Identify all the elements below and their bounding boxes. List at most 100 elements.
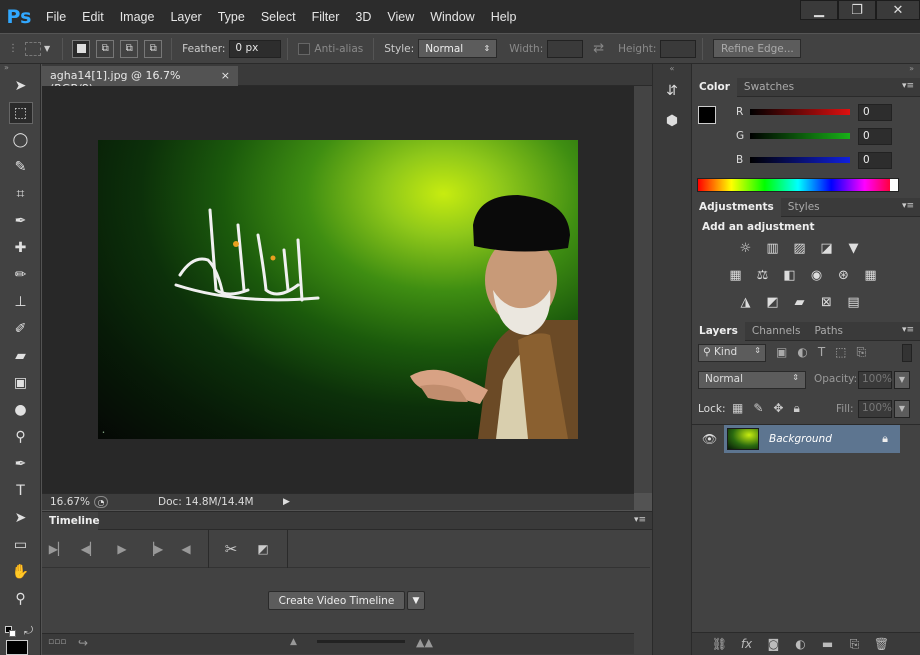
tab-layers[interactable]: Layers [692, 322, 745, 341]
close-button[interactable]: ✕ [876, 0, 920, 20]
zoom-in-icon[interactable]: ▲▲ [416, 636, 433, 649]
dodge-tool[interactable]: ⚲ [0, 423, 41, 450]
menu-image[interactable]: Image [112, 10, 163, 24]
refine-edge-button[interactable]: Refine Edge... [713, 39, 802, 58]
default-colors-icon[interactable] [5, 626, 19, 640]
color-balance-icon[interactable]: ⚖ [754, 268, 771, 283]
timeline-tab[interactable]: Timeline [42, 512, 100, 530]
transition-icon[interactable]: ◩ [247, 542, 279, 556]
maximize-button[interactable]: ❐ [838, 0, 876, 20]
exposure-icon[interactable]: ◪ [818, 241, 835, 256]
document-tab[interactable]: agha14[1].jpg @ 16.7% (RGB/8) × [42, 66, 238, 95]
minimize-button[interactable]: ▁ [800, 0, 838, 20]
clone-stamp-tool[interactable]: ⊥ [0, 288, 41, 315]
smart-object-filter-icon[interactable]: ⎘ [857, 345, 867, 360]
color-ramp[interactable] [697, 178, 899, 192]
status-icon[interactable]: ◔ [94, 496, 108, 508]
blue-slider[interactable] [750, 157, 850, 163]
zoom-tool[interactable]: ⚲ [0, 585, 41, 612]
lock-all-icon[interactable]: 🔒︎ [793, 401, 799, 416]
subtract-selection-icon[interactable]: ⧉ [120, 39, 139, 58]
filter-toggle[interactable] [902, 344, 912, 362]
menu-help[interactable]: Help [483, 10, 525, 24]
marquee-tool[interactable]: ⬚ [0, 99, 41, 126]
foreground-color-swatch[interactable] [698, 106, 716, 124]
shape-filter-icon[interactable]: ⬚ [835, 345, 846, 360]
lock-pixels-icon[interactable]: ✎ [753, 401, 763, 416]
next-frame-icon[interactable]: ▕▶ [138, 542, 170, 556]
history-brush-tool[interactable]: ✐ [0, 315, 41, 342]
brightness-icon[interactable]: ☼ [737, 241, 754, 256]
frames-icon[interactable]: ▫▫▫ [48, 637, 66, 647]
green-slider[interactable] [750, 133, 850, 139]
blur-tool[interactable]: ● [0, 396, 41, 423]
black-white-icon[interactable]: ◧ [781, 268, 798, 283]
swap-icon[interactable]: ⇄ [593, 41, 604, 56]
pen-tool[interactable]: ✒ [0, 450, 41, 477]
channel-mixer-icon[interactable]: ⊛ [835, 268, 852, 283]
tab-swatches[interactable]: Swatches [737, 78, 801, 97]
menu-view[interactable]: View [379, 10, 422, 24]
menu-edit[interactable]: Edit [74, 10, 112, 24]
collapse-icon[interactable]: » [0, 64, 40, 72]
chevron-down-icon[interactable]: ▼ [44, 44, 50, 53]
menu-filter[interactable]: Filter [304, 10, 348, 24]
zoom-slider[interactable] [317, 640, 405, 643]
collapse-icon[interactable]: » [692, 64, 920, 76]
healing-brush-tool[interactable]: ✚ [0, 234, 41, 261]
menu-select[interactable]: Select [253, 10, 304, 24]
play-icon[interactable]: ▶ [106, 542, 138, 556]
green-input[interactable]: 0 [858, 128, 892, 145]
menu-3d[interactable]: 3D [347, 10, 379, 24]
menu-file[interactable]: File [38, 10, 74, 24]
type-tool[interactable]: T [0, 477, 41, 504]
prev-frame-icon[interactable]: ◀▏ [74, 542, 106, 556]
gradient-map-icon[interactable]: ▤ [845, 295, 862, 310]
tab-styles[interactable]: Styles [781, 198, 827, 217]
blend-mode-select[interactable]: Normal ⇕ [698, 371, 806, 389]
audio-icon[interactable]: ◀ [170, 542, 202, 556]
tab-paths[interactable]: Paths [807, 322, 850, 341]
new-adjustment-icon[interactable]: ◐ [787, 637, 814, 651]
path-selection-tool[interactable]: ➤ [0, 504, 41, 531]
visibility-eye-icon[interactable]: 👁︎ [702, 432, 717, 446]
hue-saturation-icon[interactable]: ▦ [727, 268, 744, 283]
lock-transparent-icon[interactable]: ▦ [732, 401, 743, 416]
new-selection-icon[interactable] [72, 39, 91, 58]
fill-dropdown-icon[interactable]: ▼ [894, 400, 910, 418]
crop-tool[interactable]: ⌗ [0, 180, 41, 207]
photo-filter-icon[interactable]: ◉ [808, 268, 825, 283]
add-mask-icon[interactable]: ◙ [760, 637, 787, 651]
antialias-checkbox[interactable] [298, 42, 311, 55]
opacity-dropdown-icon[interactable]: ▼ [894, 371, 910, 389]
vibrance-icon[interactable]: ▼ [845, 241, 862, 256]
menu-type[interactable]: Type [210, 10, 253, 24]
new-layer-icon[interactable]: ⎘ [841, 637, 868, 652]
canvas-area[interactable]: • [42, 86, 634, 493]
close-tab-icon[interactable]: × [221, 69, 230, 83]
eyedropper-tool[interactable]: ✒ [0, 207, 41, 234]
vertical-scrollbar[interactable] [634, 86, 652, 493]
pixel-filter-icon[interactable]: ▣ [776, 345, 787, 360]
curves-icon[interactable]: ▨ [791, 241, 808, 256]
red-slider[interactable] [750, 109, 850, 115]
collapse-icon[interactable]: « [653, 64, 691, 76]
lock-position-icon[interactable]: ✥ [773, 401, 783, 416]
swap-colors-icon[interactable]: ⤾ [24, 624, 33, 638]
brush-tool[interactable]: ✏ [0, 261, 41, 288]
first-frame-icon[interactable]: ▶▏ [42, 542, 74, 556]
zoom-level[interactable]: 16.67% [42, 496, 92, 508]
zoom-out-icon[interactable]: ▲ [290, 637, 297, 647]
move-tool[interactable]: ➤ [0, 72, 41, 99]
threshold-icon[interactable]: ▰ [791, 295, 808, 310]
panel-menu-icon[interactable]: ▾≡ [902, 325, 914, 335]
marquee-preset-icon[interactable] [25, 41, 41, 56]
split-scissors-icon[interactable]: ✂ [215, 540, 247, 558]
red-input[interactable]: 0 [858, 104, 892, 121]
create-video-timeline-button[interactable]: Create Video Timeline [268, 591, 405, 610]
lasso-tool[interactable]: ◯ [0, 126, 41, 153]
panel-menu-icon[interactable]: ▾≡ [902, 81, 914, 91]
tab-color[interactable]: Color [692, 78, 737, 97]
color-lookup-icon[interactable]: ▦ [862, 268, 879, 283]
new-group-icon[interactable]: ▬ [814, 637, 841, 651]
